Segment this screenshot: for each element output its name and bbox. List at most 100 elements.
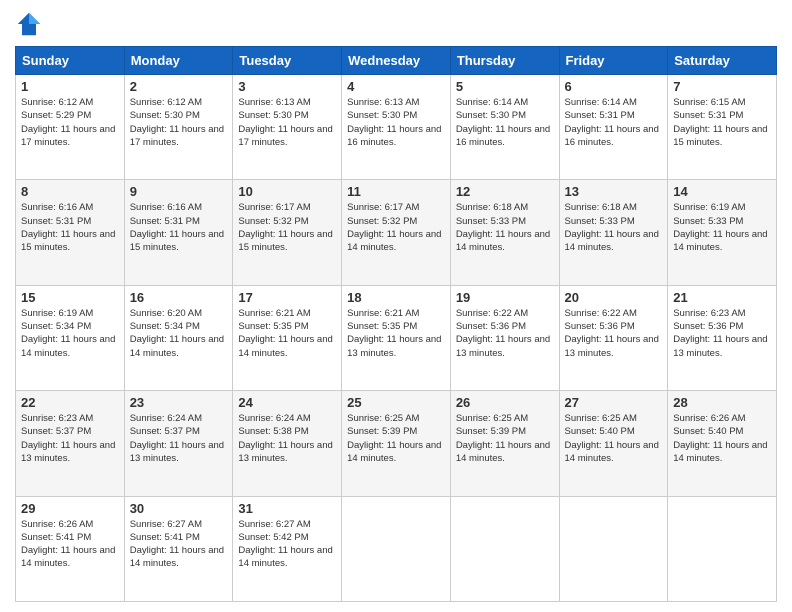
- calendar-cell: 16 Sunrise: 6:20 AM Sunset: 5:34 PM Dayl…: [124, 285, 233, 390]
- day-number: 18: [347, 290, 445, 305]
- sunset-label: Sunset: 5:31 PM: [673, 110, 743, 121]
- calendar-cell: 29 Sunrise: 6:26 AM Sunset: 5:41 PM Dayl…: [16, 496, 125, 601]
- day-info: Sunrise: 6:23 AM Sunset: 5:37 PM Dayligh…: [21, 412, 119, 465]
- day-info: Sunrise: 6:12 AM Sunset: 5:29 PM Dayligh…: [21, 96, 119, 149]
- sunset-label: Sunset: 5:30 PM: [238, 110, 308, 121]
- calendar-header-row: SundayMondayTuesdayWednesdayThursdayFrid…: [16, 47, 777, 75]
- sunset-label: Sunset: 5:40 PM: [565, 426, 635, 437]
- daylight-label: Daylight: 11 hours and 14 minutes.: [456, 229, 550, 253]
- day-info: Sunrise: 6:21 AM Sunset: 5:35 PM Dayligh…: [238, 307, 336, 360]
- day-number: 17: [238, 290, 336, 305]
- calendar-cell: 27 Sunrise: 6:25 AM Sunset: 5:40 PM Dayl…: [559, 391, 668, 496]
- day-info: Sunrise: 6:13 AM Sunset: 5:30 PM Dayligh…: [347, 96, 445, 149]
- day-info: Sunrise: 6:15 AM Sunset: 5:31 PM Dayligh…: [673, 96, 771, 149]
- daylight-label: Daylight: 11 hours and 14 minutes.: [347, 229, 441, 253]
- day-info: Sunrise: 6:19 AM Sunset: 5:33 PM Dayligh…: [673, 201, 771, 254]
- calendar-cell: [668, 496, 777, 601]
- sunrise-label: Sunrise: 6:19 AM: [673, 202, 745, 213]
- col-header-wednesday: Wednesday: [342, 47, 451, 75]
- sunrise-label: Sunrise: 6:27 AM: [238, 519, 310, 530]
- day-info: Sunrise: 6:14 AM Sunset: 5:31 PM Dayligh…: [565, 96, 663, 149]
- header: [15, 10, 777, 38]
- calendar-cell: 15 Sunrise: 6:19 AM Sunset: 5:34 PM Dayl…: [16, 285, 125, 390]
- day-info: Sunrise: 6:16 AM Sunset: 5:31 PM Dayligh…: [130, 201, 228, 254]
- sunset-label: Sunset: 5:39 PM: [347, 426, 417, 437]
- sunrise-label: Sunrise: 6:25 AM: [456, 413, 528, 424]
- calendar-cell: 4 Sunrise: 6:13 AM Sunset: 5:30 PM Dayli…: [342, 75, 451, 180]
- daylight-label: Daylight: 11 hours and 17 minutes.: [130, 124, 224, 148]
- daylight-label: Daylight: 11 hours and 14 minutes.: [347, 440, 441, 464]
- day-number: 30: [130, 501, 228, 516]
- sunrise-label: Sunrise: 6:23 AM: [673, 308, 745, 319]
- day-info: Sunrise: 6:25 AM Sunset: 5:40 PM Dayligh…: [565, 412, 663, 465]
- calendar-cell: 25 Sunrise: 6:25 AM Sunset: 5:39 PM Dayl…: [342, 391, 451, 496]
- sunset-label: Sunset: 5:37 PM: [21, 426, 91, 437]
- calendar-cell: 8 Sunrise: 6:16 AM Sunset: 5:31 PM Dayli…: [16, 180, 125, 285]
- day-info: Sunrise: 6:12 AM Sunset: 5:30 PM Dayligh…: [130, 96, 228, 149]
- day-info: Sunrise: 6:24 AM Sunset: 5:37 PM Dayligh…: [130, 412, 228, 465]
- sunset-label: Sunset: 5:36 PM: [673, 321, 743, 332]
- calendar-cell: 17 Sunrise: 6:21 AM Sunset: 5:35 PM Dayl…: [233, 285, 342, 390]
- sunset-label: Sunset: 5:37 PM: [130, 426, 200, 437]
- calendar-cell: 26 Sunrise: 6:25 AM Sunset: 5:39 PM Dayl…: [450, 391, 559, 496]
- day-info: Sunrise: 6:22 AM Sunset: 5:36 PM Dayligh…: [456, 307, 554, 360]
- sunrise-label: Sunrise: 6:22 AM: [565, 308, 637, 319]
- sunrise-label: Sunrise: 6:20 AM: [130, 308, 202, 319]
- daylight-label: Daylight: 11 hours and 17 minutes.: [238, 124, 332, 148]
- day-info: Sunrise: 6:23 AM Sunset: 5:36 PM Dayligh…: [673, 307, 771, 360]
- sunset-label: Sunset: 5:31 PM: [565, 110, 635, 121]
- daylight-label: Daylight: 11 hours and 13 minutes.: [238, 440, 332, 464]
- sunrise-label: Sunrise: 6:21 AM: [238, 308, 310, 319]
- col-header-thursday: Thursday: [450, 47, 559, 75]
- day-info: Sunrise: 6:27 AM Sunset: 5:41 PM Dayligh…: [130, 518, 228, 571]
- week-row-5: 29 Sunrise: 6:26 AM Sunset: 5:41 PM Dayl…: [16, 496, 777, 601]
- daylight-label: Daylight: 11 hours and 13 minutes.: [130, 440, 224, 464]
- logo: [15, 10, 47, 38]
- sunset-label: Sunset: 5:33 PM: [456, 216, 526, 227]
- sunset-label: Sunset: 5:38 PM: [238, 426, 308, 437]
- calendar-cell: 24 Sunrise: 6:24 AM Sunset: 5:38 PM Dayl…: [233, 391, 342, 496]
- daylight-label: Daylight: 11 hours and 14 minutes.: [21, 545, 115, 569]
- sunrise-label: Sunrise: 6:19 AM: [21, 308, 93, 319]
- day-number: 23: [130, 395, 228, 410]
- sunrise-label: Sunrise: 6:22 AM: [456, 308, 528, 319]
- sunset-label: Sunset: 5:32 PM: [347, 216, 417, 227]
- day-number: 24: [238, 395, 336, 410]
- sunset-label: Sunset: 5:40 PM: [673, 426, 743, 437]
- day-info: Sunrise: 6:14 AM Sunset: 5:30 PM Dayligh…: [456, 96, 554, 149]
- day-number: 29: [21, 501, 119, 516]
- sunset-label: Sunset: 5:31 PM: [21, 216, 91, 227]
- day-number: 28: [673, 395, 771, 410]
- daylight-label: Daylight: 11 hours and 14 minutes.: [673, 229, 767, 253]
- day-info: Sunrise: 6:18 AM Sunset: 5:33 PM Dayligh…: [456, 201, 554, 254]
- day-number: 21: [673, 290, 771, 305]
- sunrise-label: Sunrise: 6:27 AM: [130, 519, 202, 530]
- col-header-saturday: Saturday: [668, 47, 777, 75]
- daylight-label: Daylight: 11 hours and 14 minutes.: [130, 545, 224, 569]
- daylight-label: Daylight: 11 hours and 15 minutes.: [673, 124, 767, 148]
- daylight-label: Daylight: 11 hours and 17 minutes.: [21, 124, 115, 148]
- sunset-label: Sunset: 5:34 PM: [21, 321, 91, 332]
- calendar-cell: 13 Sunrise: 6:18 AM Sunset: 5:33 PM Dayl…: [559, 180, 668, 285]
- calendar-cell: 23 Sunrise: 6:24 AM Sunset: 5:37 PM Dayl…: [124, 391, 233, 496]
- sunrise-label: Sunrise: 6:24 AM: [238, 413, 310, 424]
- day-info: Sunrise: 6:17 AM Sunset: 5:32 PM Dayligh…: [347, 201, 445, 254]
- sunset-label: Sunset: 5:34 PM: [130, 321, 200, 332]
- calendar-table: SundayMondayTuesdayWednesdayThursdayFrid…: [15, 46, 777, 602]
- sunrise-label: Sunrise: 6:16 AM: [21, 202, 93, 213]
- day-number: 1: [21, 79, 119, 94]
- sunset-label: Sunset: 5:30 PM: [347, 110, 417, 121]
- calendar-cell: 1 Sunrise: 6:12 AM Sunset: 5:29 PM Dayli…: [16, 75, 125, 180]
- day-info: Sunrise: 6:19 AM Sunset: 5:34 PM Dayligh…: [21, 307, 119, 360]
- day-number: 6: [565, 79, 663, 94]
- day-number: 15: [21, 290, 119, 305]
- day-info: Sunrise: 6:22 AM Sunset: 5:36 PM Dayligh…: [565, 307, 663, 360]
- sunset-label: Sunset: 5:36 PM: [565, 321, 635, 332]
- sunrise-label: Sunrise: 6:18 AM: [456, 202, 528, 213]
- col-header-sunday: Sunday: [16, 47, 125, 75]
- calendar-cell: 22 Sunrise: 6:23 AM Sunset: 5:37 PM Dayl…: [16, 391, 125, 496]
- sunset-label: Sunset: 5:42 PM: [238, 532, 308, 543]
- calendar-cell: 31 Sunrise: 6:27 AM Sunset: 5:42 PM Dayl…: [233, 496, 342, 601]
- sunrise-label: Sunrise: 6:18 AM: [565, 202, 637, 213]
- day-number: 16: [130, 290, 228, 305]
